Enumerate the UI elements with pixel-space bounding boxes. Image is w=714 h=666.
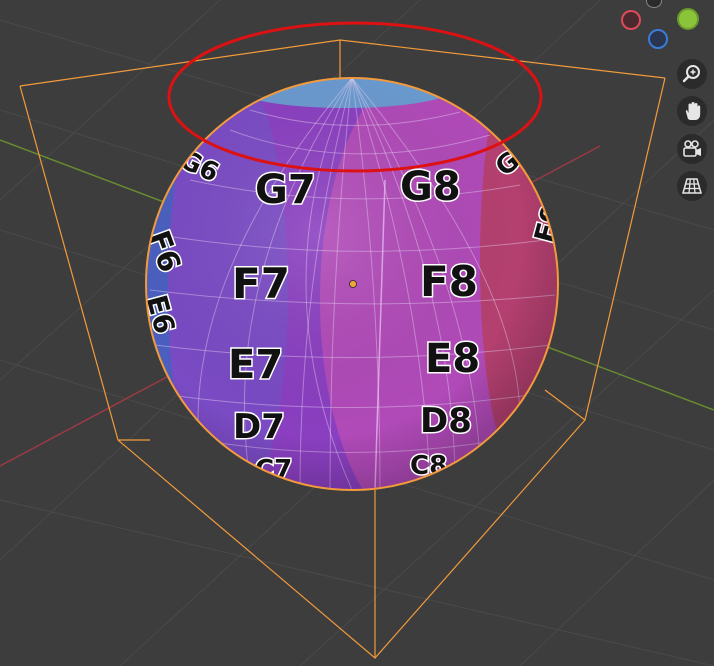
- camera-icon: [683, 140, 701, 157]
- pan-button[interactable]: [677, 96, 707, 126]
- gizmo-y-axis[interactable]: [677, 8, 699, 30]
- uv-label-e7: E7: [228, 342, 283, 388]
- origin-point: [349, 280, 357, 288]
- uv-label-g8: G8: [400, 164, 461, 210]
- uv-label-f8: F8: [420, 257, 478, 306]
- grid-perspective-icon: [682, 178, 702, 194]
- camera-view-button[interactable]: [677, 134, 707, 164]
- zoom-button[interactable]: [677, 59, 707, 89]
- uv-label-c7: C7: [255, 455, 292, 485]
- zoom-in-icon: [682, 65, 700, 83]
- uv-label-g7: G7: [255, 167, 316, 213]
- uv-label-d8: D8: [420, 401, 472, 441]
- perspective-toggle-button[interactable]: [677, 171, 707, 201]
- 3d-viewport[interactable]: G6 G7 G8 G9 F6 F7 F8 F9 E6 E7 E8 D7 D8 C…: [0, 0, 714, 666]
- uv-sphere[interactable]: G6 G7 G8 G9 F6 F7 F8 F9 E6 E7 E8 D7 D8 C…: [120, 50, 620, 540]
- uv-label-f7: F7: [232, 259, 290, 308]
- gizmo-x-axis[interactable]: [621, 10, 641, 30]
- uv-label-e8: E8: [425, 336, 480, 382]
- gizmo-z-axis[interactable]: [648, 29, 668, 49]
- uv-label-d7: D7: [233, 407, 285, 447]
- uv-label-c8: C8: [410, 451, 447, 481]
- hand-icon: [685, 102, 701, 120]
